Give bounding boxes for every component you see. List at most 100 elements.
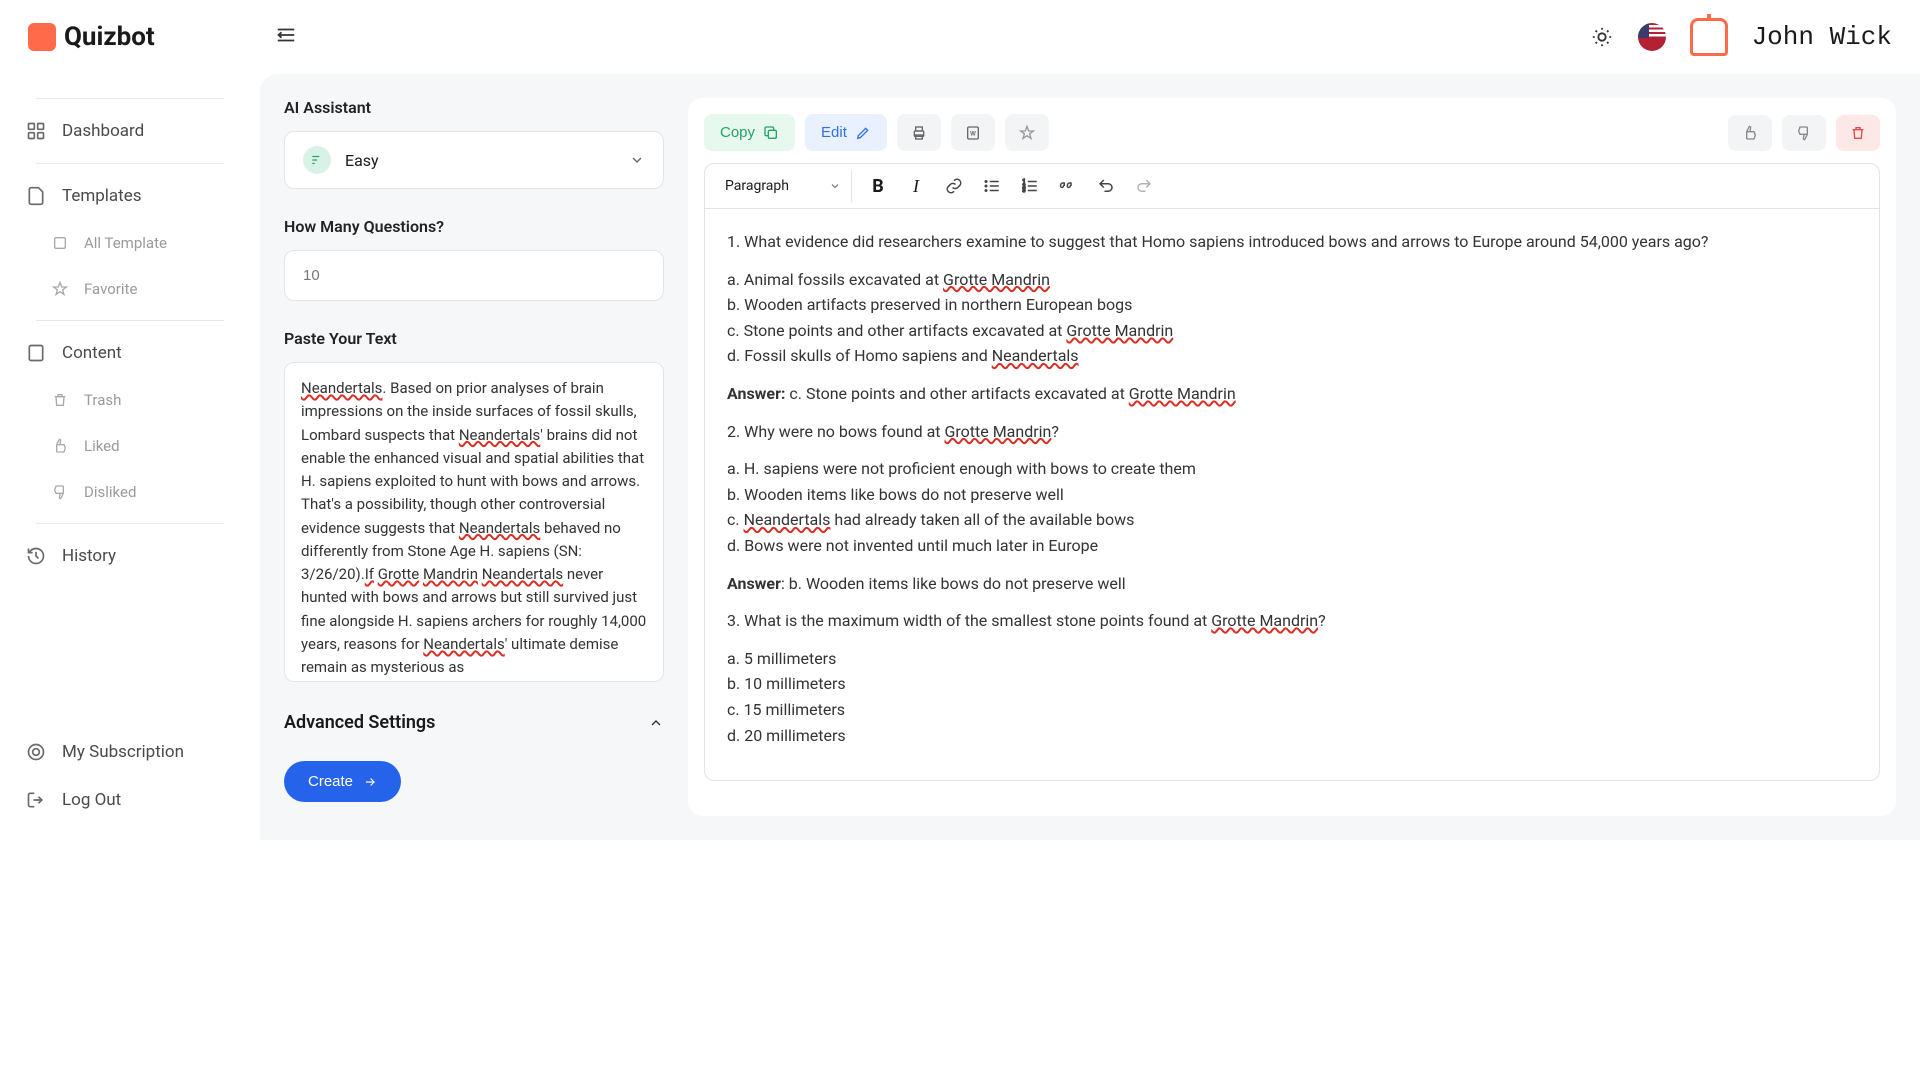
favorite-button[interactable]: [1005, 114, 1049, 151]
question-count-label: How Many Questions?: [284, 217, 664, 236]
editor-content[interactable]: 1. What evidence did researchers examine…: [704, 209, 1880, 781]
create-button[interactable]: Create: [284, 761, 401, 802]
sidebar-item-content[interactable]: Content: [12, 329, 248, 377]
history-icon: [26, 546, 46, 566]
undo-icon: [1097, 177, 1115, 195]
svg-text:W: W: [970, 131, 976, 137]
editor-toolbar: Paragraph B I 123: [704, 163, 1880, 209]
paste-text-label: Paste Your Text: [284, 329, 664, 348]
sidebar-label: Liked: [84, 437, 120, 455]
italic-button[interactable]: I: [898, 168, 934, 204]
trash-icon: [1850, 125, 1866, 141]
create-label: Create: [308, 773, 353, 790]
question-options: a. H. sapiens were not proficient enough…: [727, 456, 1857, 558]
sidebar-label: Templates: [62, 186, 142, 206]
answer-line: Answer: c. Stone points and other artifa…: [727, 381, 1857, 407]
sidebar-label: Log Out: [62, 790, 121, 810]
advanced-settings-toggle[interactable]: Advanced Settings: [284, 702, 664, 743]
sidebar-item-disliked[interactable]: Disliked: [12, 469, 248, 515]
star-icon: [1019, 125, 1035, 141]
printer-icon: [911, 125, 927, 141]
user-name[interactable]: John Wick: [1752, 22, 1892, 52]
difficulty-value: Easy: [345, 151, 379, 170]
question-text: 2. Why were no bows found at Grotte Mand…: [727, 419, 1857, 445]
stack-icon: [52, 235, 68, 251]
arrow-right-icon: [363, 775, 377, 789]
paragraph-format-select[interactable]: Paragraph: [715, 170, 852, 202]
chevron-down-icon: [629, 152, 645, 168]
sidebar-item-history[interactable]: History: [12, 532, 248, 580]
logout-icon: [26, 790, 46, 810]
file-icon: [26, 186, 46, 206]
bold-button[interactable]: B: [860, 168, 896, 204]
question-text: 3. What is the maximum width of the smal…: [727, 608, 1857, 634]
link-icon: [945, 177, 963, 195]
thumbs-up-icon: [1742, 125, 1758, 141]
numbered-list-button[interactable]: 123: [1012, 168, 1048, 204]
bullet-list-button[interactable]: [974, 168, 1010, 204]
sidebar-item-favorite[interactable]: Favorite: [12, 266, 248, 312]
sidebar-item-all-template[interactable]: All Template: [12, 220, 248, 266]
thumbs-up-icon: [52, 438, 68, 454]
theme-toggle[interactable]: [1590, 25, 1614, 49]
brand-name: Quizbot: [64, 22, 155, 52]
edit-button[interactable]: Edit: [805, 114, 887, 151]
link-button[interactable]: [936, 168, 972, 204]
sidebar-label: History: [62, 546, 116, 566]
sidebar-label: Favorite: [84, 280, 137, 298]
language-flag-us[interactable]: [1638, 23, 1666, 51]
thumbs-down-icon: [52, 484, 68, 500]
chevron-down-icon: [829, 180, 841, 192]
sidebar-label: Disliked: [84, 483, 136, 501]
word-icon: W: [965, 125, 981, 141]
badge-icon: [26, 742, 46, 762]
delete-button[interactable]: [1836, 115, 1880, 151]
redo-button[interactable]: [1126, 168, 1162, 204]
ordered-list-icon: 123: [1021, 177, 1039, 195]
sidebar-label: Dashboard: [62, 121, 144, 141]
brand-logo[interactable]: Quizbot: [28, 22, 155, 52]
question-count-input[interactable]: [284, 250, 664, 301]
difficulty-select[interactable]: Easy: [284, 131, 664, 189]
pencil-icon: [855, 125, 871, 141]
sidebar-item-subscription[interactable]: My Subscription: [12, 728, 248, 776]
copy-button[interactable]: Copy: [704, 114, 795, 151]
sidebar-label: Trash: [84, 391, 121, 409]
question-options: a. Animal fossils excavated at Grotte Ma…: [727, 267, 1857, 369]
trash-icon: [52, 392, 68, 408]
paste-text-input[interactable]: Neandertals. Based on prior analyses of …: [284, 362, 664, 682]
sidebar-item-dashboard[interactable]: Dashboard: [12, 107, 248, 155]
dislike-button[interactable]: [1782, 115, 1826, 151]
logo-icon: [28, 23, 56, 51]
chevron-up-icon: [648, 715, 664, 731]
quote-icon: [1059, 177, 1077, 195]
copy-icon: [763, 125, 779, 141]
print-button[interactable]: [897, 114, 941, 151]
quote-button[interactable]: [1050, 168, 1086, 204]
sidebar-label: My Subscription: [62, 742, 184, 762]
question-options: a. 5 millimeters b. 10 millimeters c. 15…: [727, 646, 1857, 748]
list-icon: [983, 177, 1001, 195]
sidebar-item-liked[interactable]: Liked: [12, 423, 248, 469]
sidebar-toggle[interactable]: [275, 24, 297, 50]
thumbs-down-icon: [1796, 125, 1812, 141]
sidebar-item-templates[interactable]: Templates: [12, 172, 248, 220]
like-button[interactable]: [1728, 115, 1772, 151]
svg-text:3: 3: [1022, 188, 1025, 194]
redo-icon: [1135, 177, 1153, 195]
answer-line: Answer: b. Wooden items like bows do not…: [727, 571, 1857, 597]
sidebar-item-trash[interactable]: Trash: [12, 377, 248, 423]
avatar-icon[interactable]: [1690, 18, 1728, 56]
sidebar-item-logout[interactable]: Log Out: [12, 776, 248, 824]
undo-button[interactable]: [1088, 168, 1124, 204]
book-icon: [26, 343, 46, 363]
question-text: 1. What evidence did researchers examine…: [727, 229, 1857, 255]
sidebar-label: Content: [62, 343, 122, 363]
sidebar-label: All Template: [84, 234, 167, 252]
ai-assistant-label: AI Assistant: [284, 98, 664, 117]
grid-icon: [26, 121, 46, 141]
download-word-button[interactable]: W: [951, 114, 995, 151]
advanced-label: Advanced Settings: [284, 712, 435, 733]
star-icon: [52, 281, 68, 297]
difficulty-badge-icon: [303, 146, 331, 174]
